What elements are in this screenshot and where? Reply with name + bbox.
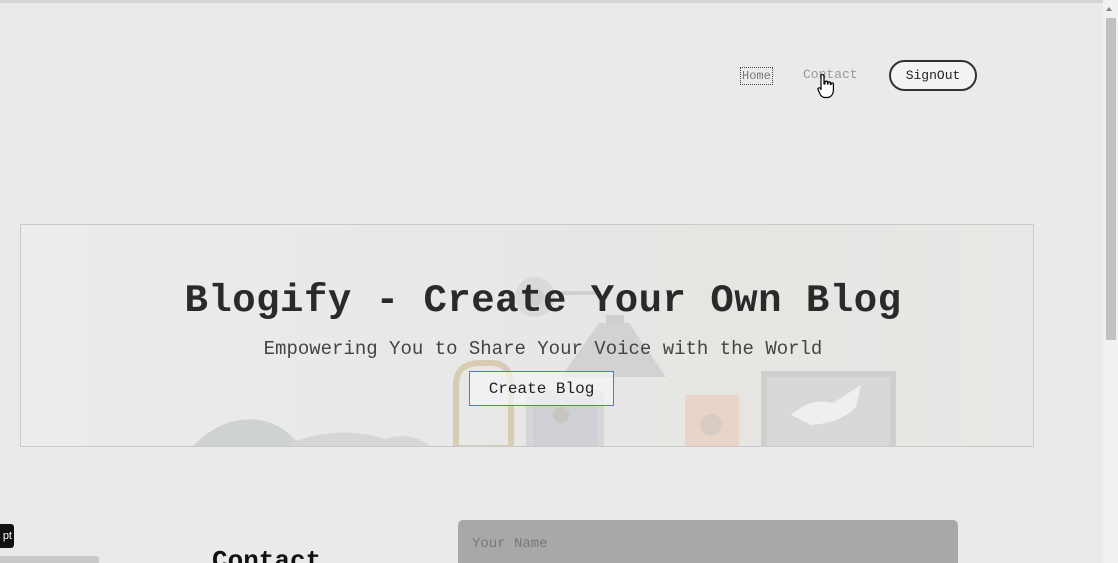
- hero-title: Blogify - Create Your Own Blog: [184, 279, 902, 324]
- create-blog-button[interactable]: Create Blog: [469, 371, 614, 406]
- contact-heading: Contact: [212, 545, 322, 563]
- name-input[interactable]: [458, 520, 958, 563]
- signout-button[interactable]: SignOut: [889, 60, 977, 91]
- page: Home Contact SignOut Blogify - Create Yo…: [0, 0, 1118, 563]
- scrollbar-thumb[interactable]: [1106, 18, 1116, 340]
- tooltip-fragment: pt: [0, 524, 14, 548]
- hero-subtitle: Empowering You to Share Your Voice with …: [263, 338, 823, 360]
- nav-link-home[interactable]: Home: [740, 67, 773, 85]
- status-bar-fragment: [0, 556, 99, 563]
- top-divider: [0, 0, 1103, 3]
- scroll-up-arrow-icon[interactable]: [1106, 7, 1112, 11]
- hero-background-image: [193, 277, 896, 446]
- hero-banner: Blogify - Create Your Own Blog Empowerin…: [20, 224, 1034, 447]
- hand-pointer-icon: [817, 73, 834, 99]
